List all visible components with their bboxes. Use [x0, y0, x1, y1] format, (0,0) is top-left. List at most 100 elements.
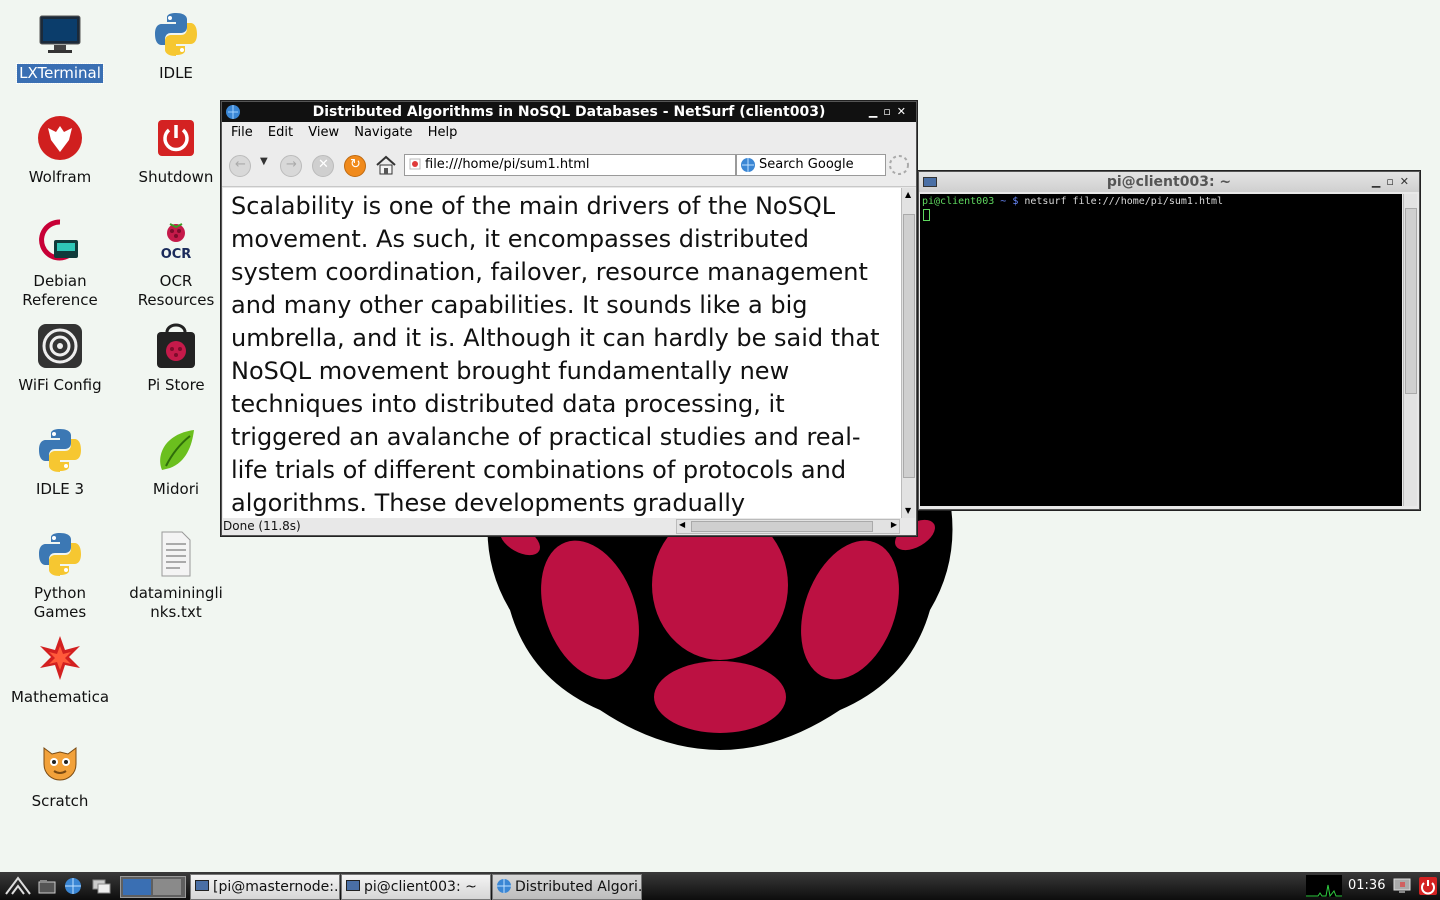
store-icon: [157, 323, 195, 368]
file-manager-icon[interactable]: [38, 878, 56, 894]
desktop-icon-wifi-config[interactable]: WiFi Config: [4, 322, 116, 395]
back-button[interactable]: ←: [229, 155, 251, 177]
reload-button[interactable]: ↻: [344, 155, 366, 177]
desktop-icon-label: OCR Resources: [137, 272, 215, 309]
forward-button[interactable]: →: [280, 155, 302, 177]
scroll-right-icon[interactable]: ▶: [891, 520, 897, 529]
minimize-icon[interactable]: ▁: [869, 105, 883, 118]
search-field[interactable]: Search Google: [736, 154, 886, 176]
menu-help[interactable]: Help: [428, 125, 458, 140]
task-label: Distributed Algori...: [515, 879, 642, 895]
browser-titlebar[interactable]: Distributed Algorithms in NoSQL Database…: [222, 102, 916, 122]
desktop: LXTerminal IDLE Wolfram Shutdown Debian …: [0, 0, 1440, 872]
stop-button[interactable]: ✕: [312, 155, 334, 177]
desktop-icon-label: Python Games: [33, 584, 87, 621]
desktop-icon-pi-store[interactable]: Pi Store: [120, 322, 232, 395]
status-bar: Done (11.8s): [223, 519, 301, 534]
menu-view[interactable]: View: [308, 125, 339, 140]
debian-icon: [39, 219, 78, 261]
terminal-scroll-thumb[interactable]: [1405, 208, 1417, 394]
maximize-icon[interactable]: ▫: [1386, 175, 1399, 188]
desktop-icon-label: Wolfram: [28, 168, 92, 186]
screen-lock-icon[interactable]: [1392, 876, 1412, 896]
python-icon: [39, 429, 81, 472]
scroll-down-icon[interactable]: ▼: [905, 506, 911, 515]
page-content[interactable]: Scalability is one of the main drivers o…: [223, 188, 901, 518]
desktop-icon-mathematica[interactable]: Mathematica: [4, 634, 116, 707]
browser-window[interactable]: Distributed Algorithms in NoSQL Database…: [221, 101, 917, 536]
horizontal-scroll-thumb[interactable]: [691, 521, 873, 532]
desktop-icon-python-games[interactable]: Python Games: [4, 530, 116, 622]
text-file-icon: [161, 531, 191, 577]
status-text: Done (11.8s): [223, 519, 301, 533]
task-label: [pi@masternode:...: [213, 879, 340, 895]
desktop-icon-label: dataminingli nks.txt: [129, 584, 223, 621]
page-horizontal-scrollbar[interactable]: ◀ ▶: [676, 519, 900, 534]
browser-toolbar: ← ▼ → ✕ ↻ file:///home/pi/sum1.html Sear…: [222, 144, 916, 187]
web-browser-icon[interactable]: [64, 877, 82, 895]
desktop-icon-label: IDLE 3: [35, 480, 85, 498]
task-masternode-terminal[interactable]: [pi@masternode:...: [190, 874, 340, 900]
back-arrow-icon: ←: [235, 157, 246, 172]
terminal-cursor: [923, 209, 930, 221]
desktop-icon-label: Pi Store: [147, 376, 205, 394]
close-icon[interactable]: ✕: [897, 105, 912, 118]
page-vertical-scrollbar[interactable]: ▲ ▼: [901, 188, 915, 518]
maximize-icon[interactable]: ▫: [883, 105, 896, 118]
midori-icon: [160, 430, 194, 470]
scroll-up-icon[interactable]: ▲: [905, 190, 911, 199]
menu-bar: File Edit View Navigate Help: [222, 122, 916, 144]
browser-title: Distributed Algorithms in NoSQL Database…: [312, 104, 826, 120]
desktop-icon-label: Midori: [152, 480, 200, 498]
page-favicon-icon: [409, 158, 421, 170]
terminal-scrollbar[interactable]: [1403, 194, 1417, 506]
terminal-output[interactable]: pi@client003 ~ $ netsurf file:///home/pi…: [920, 194, 1402, 506]
desktop-icon-scratch[interactable]: Scratch: [4, 738, 116, 811]
clock: 01:36: [1348, 878, 1386, 893]
cpu-monitor-icon: [1306, 875, 1342, 897]
page-scroll-thumb[interactable]: [903, 214, 915, 478]
terminal-titlebar[interactable]: pi@client003: ~ ▁▫✕: [919, 172, 1419, 192]
menu-edit[interactable]: Edit: [268, 125, 293, 140]
menu-navigate[interactable]: Navigate: [354, 125, 412, 140]
desktop-icon-midori[interactable]: Midori: [120, 426, 232, 499]
desktop-icon-ocr-resources[interactable]: OCR OCR Resources: [120, 218, 232, 310]
desktop-icon-idle[interactable]: IDLE: [120, 10, 232, 83]
desktop-icon-debian-reference[interactable]: Debian Reference: [4, 218, 116, 310]
desktop-icon-shutdown[interactable]: Shutdown: [120, 114, 232, 187]
power-icon: [158, 120, 194, 156]
svg-text:OCR: OCR: [161, 247, 192, 262]
ocr-icon: OCR: [161, 223, 192, 262]
python-icon: [39, 533, 81, 576]
task-client003-terminal[interactable]: pi@client003: ~: [341, 874, 491, 900]
menu-launcher-icon[interactable]: [4, 876, 32, 896]
terminal-icon: [195, 880, 209, 891]
menu-file[interactable]: File: [231, 125, 253, 140]
stop-icon: ✕: [318, 157, 329, 172]
close-icon[interactable]: ✕: [1400, 175, 1415, 188]
workspace-2[interactable]: [153, 879, 181, 895]
terminal-prompt-user: pi@client003: [922, 196, 995, 207]
workspace-pager[interactable]: [120, 876, 186, 898]
desktop-icon-wolfram[interactable]: Wolfram: [4, 114, 116, 187]
search-engine-icon: [741, 158, 755, 172]
scroll-left-icon[interactable]: ◀: [679, 520, 685, 529]
terminal-window[interactable]: pi@client003: ~ ▁▫✕ pi@client003 ~ $ net…: [918, 171, 1420, 510]
home-icon[interactable]: [375, 154, 397, 176]
minimize-all-icon[interactable]: [92, 877, 112, 895]
terminal-prompt-path: ~ $: [1000, 196, 1019, 207]
desktop-icon-text-file[interactable]: dataminingli nks.txt: [120, 530, 232, 622]
task-netsurf-browser[interactable]: Distributed Algori...: [492, 874, 642, 900]
logout-icon[interactable]: [1418, 876, 1438, 896]
url-field[interactable]: file:///home/pi/sum1.html: [404, 154, 736, 176]
terminal-command: netsurf file:///home/pi/sum1.html: [1024, 196, 1224, 207]
terminal-window-icon: [923, 177, 937, 187]
desktop-icon-label: Debian Reference: [22, 272, 98, 309]
history-dropdown-icon[interactable]: ▼: [260, 156, 268, 167]
workspace-1[interactable]: [123, 879, 151, 895]
mathematica-icon: [40, 636, 80, 680]
desktop-icon-idle-3[interactable]: IDLE 3: [4, 426, 116, 499]
netsurf-icon: [497, 879, 511, 893]
minimize-icon[interactable]: ▁: [1372, 175, 1386, 188]
desktop-icon-lxterminal[interactable]: LXTerminal: [4, 10, 116, 84]
